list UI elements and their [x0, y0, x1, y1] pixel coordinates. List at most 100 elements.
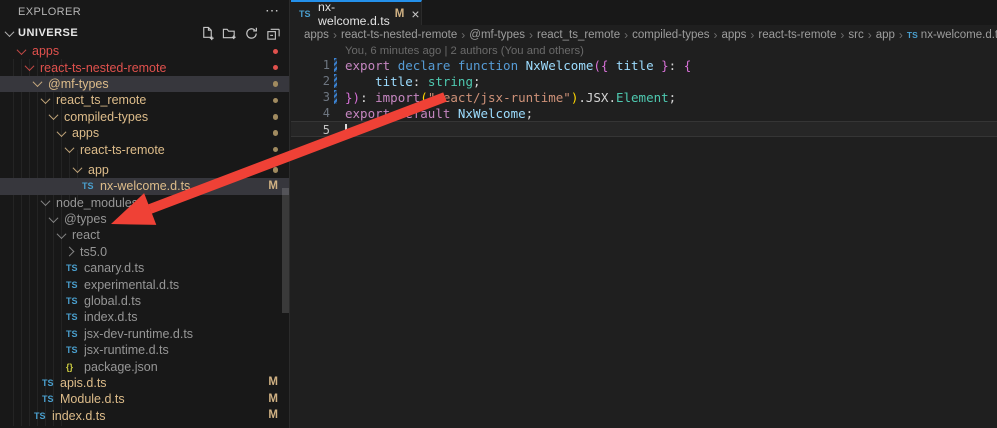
- git-modified-gutter: [334, 58, 337, 72]
- breadcrumb-separator-icon: ›: [461, 28, 465, 42]
- code-line[interactable]: 5: [291, 121, 997, 137]
- tree-item-label: package.json: [84, 360, 158, 374]
- breadcrumb-item[interactable]: react-ts-remote: [758, 29, 836, 41]
- breadcrumb-item[interactable]: compiled-types: [632, 29, 709, 41]
- code-line[interactable]: 3 }): import("react/jsx-runtime").JSX.Ele…: [291, 89, 997, 105]
- tree-row[interactable]: TSjsx-runtime.d.ts: [0, 342, 289, 358]
- tree-row[interactable]: react: [0, 227, 289, 243]
- tree-row[interactable]: ts5.0: [0, 244, 289, 260]
- file-tree: appsreact-ts-nested-remote@mf-typesreact…: [0, 43, 289, 424]
- tree-row[interactable]: TSindex.d.ts: [0, 309, 289, 325]
- tree-row[interactable]: TSapis.d.tsM: [0, 375, 289, 391]
- tree-row[interactable]: @types: [0, 211, 289, 227]
- code-area[interactable]: 1export declare function NxWelcome({ tit…: [291, 57, 997, 137]
- tree-row[interactable]: node_modules: [0, 195, 289, 211]
- tree-item-label: index.d.ts: [84, 310, 138, 324]
- breadcrumb-item[interactable]: app: [876, 29, 895, 41]
- tree-row[interactable]: TScanary.d.ts: [0, 260, 289, 276]
- tree-item-label: apps: [72, 126, 99, 140]
- tree-item-label: experimental.d.ts: [84, 278, 179, 292]
- tree-item-label: app: [88, 163, 109, 177]
- breadcrumb-item[interactable]: @mf-types: [469, 29, 525, 41]
- tree-row[interactable]: react-ts-nested-remote: [0, 59, 289, 75]
- explorer-title: EXPLORER: [18, 6, 81, 18]
- modified-dot-badge: [273, 167, 279, 173]
- breadcrumb-item[interactable]: react_ts_remote: [537, 29, 620, 41]
- breadcrumb-item[interactable]: TSnx-welcome.d.ts: [907, 29, 997, 41]
- chevron-down-icon: [5, 27, 15, 37]
- breadcrumb-separator-icon: ›: [529, 28, 533, 42]
- tree-item-label: apps: [32, 44, 59, 58]
- breadcrumb: apps › react-ts-nested-remote › @mf-types › re…: [291, 25, 997, 44]
- line-number: 3: [291, 90, 330, 104]
- chevron-down-icon: [49, 213, 59, 223]
- ts-file-icon: TS: [82, 181, 96, 191]
- tree-row[interactable]: TSnx-welcome.d.tsM: [0, 178, 289, 194]
- chevron-down-icon: [41, 94, 51, 104]
- breadcrumb-separator-icon: ›: [899, 28, 903, 42]
- breadcrumb-separator-icon: ›: [840, 28, 844, 42]
- breadcrumb-separator-icon: ›: [868, 28, 872, 42]
- code-line[interactable]: 2 title: string;: [291, 73, 997, 89]
- breadcrumb-item[interactable]: src: [848, 29, 863, 41]
- breadcrumb-item[interactable]: react-ts-nested-remote: [341, 29, 457, 41]
- modified-dot-badge: [273, 98, 279, 104]
- chevron-right-icon: [65, 247, 75, 257]
- tree-row[interactable]: TSindex.d.tsM: [0, 408, 289, 424]
- tree-item-label: canary.d.ts: [84, 261, 144, 275]
- sidebar-scrollbar[interactable]: [282, 188, 289, 313]
- breadcrumb-separator-icon: ›: [750, 28, 754, 42]
- tree-item-label: @types: [64, 212, 107, 226]
- code-line[interactable]: 4export default NxWelcome;: [291, 105, 997, 121]
- tree-row[interactable]: TSjsx-dev-runtime.d.ts: [0, 326, 289, 342]
- explorer-header: EXPLORER ⋯: [0, 0, 289, 25]
- tree-row[interactable]: react_ts_remote: [0, 92, 289, 108]
- tree-item-label: @mf-types: [48, 77, 109, 91]
- chevron-down-icon: [41, 196, 51, 206]
- line-number: 1: [291, 58, 330, 72]
- refresh-icon[interactable]: [243, 25, 259, 41]
- breadcrumb-item[interactable]: apps: [721, 29, 746, 41]
- tab-nx-welcome[interactable]: TS nx-welcome.d.ts M ×: [291, 0, 422, 25]
- tree-row[interactable]: TSModule.d.tsM: [0, 391, 289, 407]
- code-text: export default NxWelcome;: [345, 106, 533, 121]
- tree-row[interactable]: TSglobal.d.ts: [0, 293, 289, 309]
- new-folder-icon[interactable]: [221, 25, 237, 41]
- modified-dot-badge: [273, 130, 279, 136]
- tree-row[interactable]: {} package.json: [0, 358, 289, 374]
- chevron-down-icon: [65, 143, 75, 153]
- modified-dot-badge: [273, 147, 279, 153]
- ts-file-icon: TS: [34, 411, 48, 421]
- breadcrumb-item[interactable]: apps: [304, 29, 329, 41]
- workspace-root-row[interactable]: UNIVERSE: [0, 25, 289, 43]
- tree-row[interactable]: compiled-types: [0, 109, 289, 125]
- tree-row[interactable]: apps: [0, 43, 289, 59]
- editor-group: TS nx-welcome.d.ts M × apps › react-ts-nes…: [291, 0, 997, 428]
- code-text: }): import("react/jsx-runtime").JSX.Elem…: [345, 90, 676, 105]
- modified-dot-badge: [273, 49, 279, 55]
- code-line[interactable]: 1export declare function NxWelcome({ tit…: [291, 57, 997, 73]
- tree-item-label: apis.d.ts: [60, 376, 107, 390]
- json-file-icon: {}: [66, 362, 80, 372]
- tree-row[interactable]: @mf-types: [0, 76, 289, 92]
- code-text: title: string;: [345, 74, 481, 89]
- tab-modified-badge: M: [395, 8, 405, 20]
- ts-file-icon: TS: [66, 345, 80, 355]
- tree-row[interactable]: TSexperimental.d.ts: [0, 276, 289, 292]
- tree-item-label: node_modules: [56, 196, 138, 210]
- modified-dot-badge: [273, 114, 279, 120]
- tree-row[interactable]: react-ts-remote: [0, 141, 289, 157]
- git-modified-gutter: [334, 90, 337, 104]
- new-file-icon[interactable]: [199, 25, 215, 41]
- explorer-sidebar: EXPLORER ⋯ UNIVERSE appsreact-ts-nested-…: [0, 0, 290, 428]
- git-blame-annotation: You, 6 minutes ago | 2 authors (You and …: [345, 45, 584, 57]
- tree-row[interactable]: apps: [0, 125, 289, 141]
- ts-file-icon: TS: [42, 394, 56, 404]
- chevron-down-icon: [49, 110, 59, 120]
- more-actions-icon[interactable]: ⋯: [265, 2, 279, 19]
- tree-row[interactable]: app: [0, 162, 289, 178]
- tree-item-label: global.d.ts: [84, 294, 141, 308]
- close-icon[interactable]: ×: [411, 7, 419, 21]
- workspace-actions: [199, 25, 281, 41]
- collapse-all-icon[interactable]: [265, 25, 281, 41]
